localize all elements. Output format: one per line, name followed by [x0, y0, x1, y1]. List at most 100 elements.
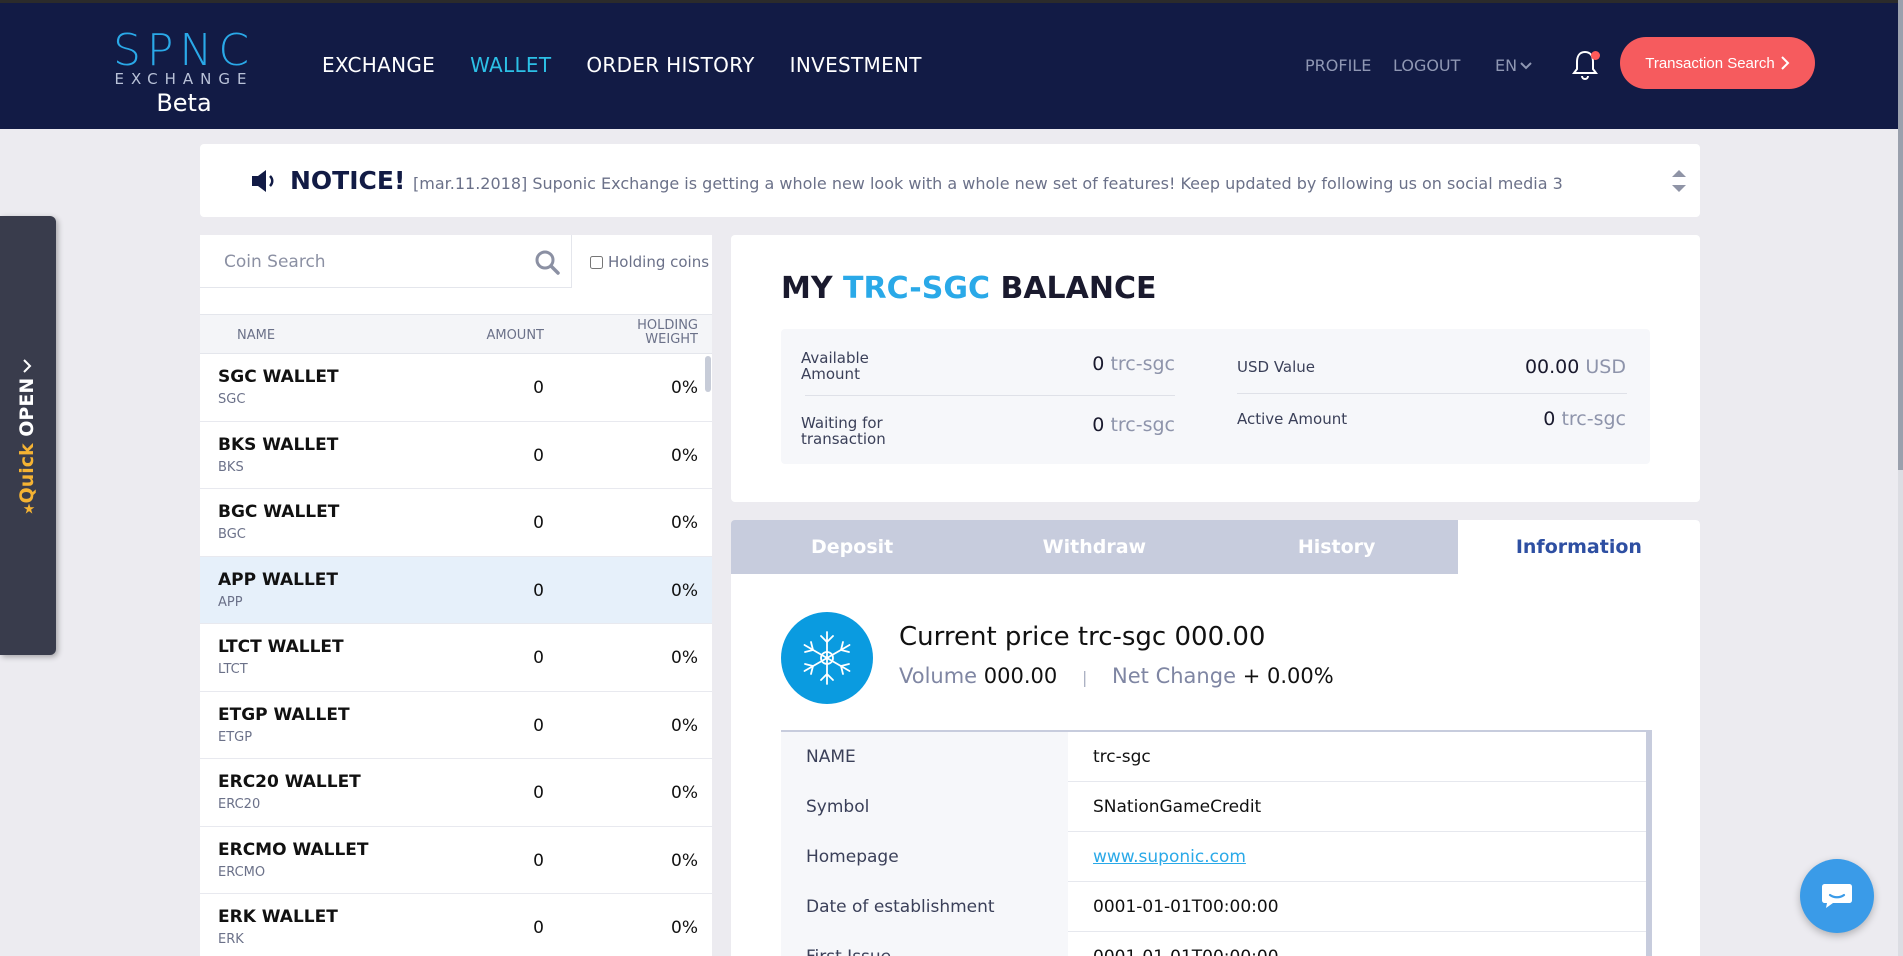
- coin-row[interactable]: ERC20 WALLET ERC20 0 0%: [200, 759, 712, 827]
- notice-scroll-arrows-icon[interactable]: [1670, 166, 1688, 196]
- balance-title-coin: TRC-SGC: [843, 271, 990, 306]
- wallet-tabs: Deposit Withdraw History Information: [731, 520, 1700, 574]
- brand-logo[interactable]: SPNC EXCHANGE Beta: [98, 29, 270, 119]
- coin-search-input[interactable]: [224, 249, 524, 275]
- info-row: NAME trc-sgc: [781, 732, 1652, 782]
- coin-search-box: [200, 235, 572, 288]
- coin-row-amount: 0: [533, 648, 544, 668]
- homepage-link[interactable]: www.suponic.com: [1093, 832, 1246, 882]
- coin-row-symbol: SGC: [218, 392, 246, 407]
- coin-row-symbol: BKS: [218, 459, 244, 475]
- coin-list-header: NAME AMOUNT HOLDING WEIGHT: [200, 314, 712, 354]
- available-value-number: 0: [1092, 353, 1105, 375]
- notice-bar: NOTICE! [mar.11.2018] Suponic Exchange i…: [200, 144, 1700, 217]
- coin-row-amount: 0: [533, 445, 544, 466]
- logout-link[interactable]: LOGOUT: [1393, 56, 1460, 75]
- usd-value-label: USD Value: [1237, 358, 1316, 376]
- search-icon[interactable]: [534, 249, 560, 275]
- logo-beta-label: Beta: [156, 89, 212, 117]
- current-price-label: Current price trc-sgc: [899, 622, 1167, 652]
- header-holding-weight[interactable]: HOLDING WEIGHT: [620, 319, 698, 347]
- info-row-value: 0001-01-01T00:00:00: [1093, 897, 1279, 917]
- volume-value: 000.00: [983, 664, 1058, 688]
- coin-row-holding: 0%: [671, 513, 698, 533]
- coin-row-holding: 0%: [671, 850, 698, 871]
- balance-card: MY TRC-SGC BALANCE Available Amount 0 tr…: [731, 235, 1700, 502]
- active-amount-label: Active Amount: [1237, 410, 1348, 428]
- coin-row[interactable]: ERK WALLET ERK 0 0%: [200, 894, 712, 956]
- coin-row-symbol: ETGP: [218, 729, 253, 745]
- info-row-key: NAME: [781, 732, 1068, 782]
- star-icon: ★: [22, 501, 36, 518]
- waiting-value-number: 0: [1092, 414, 1105, 436]
- balance-title: MY TRC-SGC BALANCE: [781, 271, 1157, 306]
- header-name[interactable]: NAME: [237, 328, 275, 343]
- holding-coins-filter[interactable]: Holding coins: [590, 253, 709, 271]
- tab-withdraw[interactable]: Withdraw: [973, 520, 1215, 574]
- tab-deposit[interactable]: Deposit: [731, 520, 973, 574]
- logo-sub-text: EXCHANGE: [114, 70, 254, 88]
- tab-information[interactable]: Information: [1457, 520, 1700, 574]
- profile-link[interactable]: PROFILE: [1305, 56, 1371, 75]
- coin-row[interactable]: APP WALLET APP 0 0%: [200, 556, 712, 624]
- coin-row[interactable]: SGC WALLET SGC 0 0%: [200, 354, 712, 422]
- nav-exchange[interactable]: EXCHANGE: [322, 53, 435, 77]
- coin-info-table: NAME trc-sgc Symbol SNationGameCredit Homepa…: [781, 730, 1652, 956]
- net-change-value: + 0.00%: [1242, 664, 1334, 688]
- info-row-value: trc-sgc: [1093, 747, 1151, 767]
- main-nav: EXCHANGE WALLET ORDER HISTORY INVESTMENT: [322, 53, 922, 77]
- coin-row-amount: 0: [533, 580, 544, 601]
- coin-row-name: BKS WALLET: [218, 434, 339, 455]
- balance-divider-right: [1237, 393, 1627, 394]
- active-value-number: 0: [1543, 408, 1556, 430]
- chevron-down-icon: [1520, 61, 1532, 69]
- coin-list-scrollbar[interactable]: [705, 356, 711, 392]
- separator: |: [1081, 668, 1088, 687]
- info-row: First Issue 0001-01-01T00:00:00: [781, 932, 1652, 956]
- language-value: EN: [1495, 56, 1518, 75]
- coin-row-holding: 0%: [671, 715, 698, 736]
- language-selector[interactable]: EN: [1495, 56, 1532, 75]
- page-scrollbar-thumb[interactable]: [1898, 0, 1903, 470]
- balance-divider: [805, 395, 1175, 396]
- nav-wallet[interactable]: WALLET: [470, 53, 551, 77]
- notice-text[interactable]: [mar.11.2018] Suponic Exchange is gettin…: [413, 174, 1563, 193]
- info-row-key: Symbol: [781, 782, 1068, 832]
- coin-row-name: LTCT WALLET: [218, 637, 344, 657]
- balance-summary-box: Available Amount 0 trc-sgc Waiting for t…: [781, 329, 1650, 464]
- volume-net-change: Volume 000.00 | Net Change + 0.00%: [899, 664, 1334, 688]
- coin-row[interactable]: LTCT WALLET LTCT 0 0%: [200, 624, 712, 692]
- tab-history[interactable]: History: [1216, 520, 1458, 574]
- coin-row-holding: 0%: [671, 445, 698, 466]
- page-scrollbar[interactable]: [1898, 0, 1903, 956]
- coin-row-symbol: BGC: [218, 527, 246, 542]
- usd-value-number: 00.00: [1524, 356, 1580, 378]
- chevron-right-icon: [23, 359, 32, 373]
- quick-open-tab[interactable]: ★Quick OPEN: [0, 216, 56, 655]
- info-row-value: SNationGameCredit: [1093, 797, 1262, 817]
- coin-row-name: ERK WALLET: [218, 907, 338, 927]
- nav-order-history[interactable]: ORDER HISTORY: [586, 53, 754, 77]
- info-row-key: First Issue: [781, 932, 1068, 956]
- coin-row[interactable]: ERCMO WALLET ERCMO 0 0%: [200, 827, 712, 894]
- snowflake-icon: [803, 631, 851, 685]
- coin-row-holding: 0%: [671, 580, 698, 601]
- coin-row-name: BGC WALLET: [218, 502, 340, 522]
- coin-row-amount: 0: [533, 850, 544, 871]
- coin-row[interactable]: ETGP WALLET ETGP 0 0%: [200, 692, 712, 759]
- coin-row-amount: 0: [533, 513, 544, 533]
- top-header: SPNC EXCHANGE Beta EXCHANGE WALLET ORDER…: [0, 0, 1898, 129]
- info-table-scrollbar[interactable]: [1646, 732, 1652, 956]
- header-amount[interactable]: AMOUNT: [484, 328, 544, 343]
- info-row-key: Homepage: [781, 832, 1068, 882]
- holding-coins-checkbox[interactable]: [590, 255, 603, 269]
- transaction-search-label: Transaction Search: [1645, 54, 1775, 72]
- coin-row-name: SGC WALLET: [218, 367, 339, 387]
- coin-row[interactable]: BKS WALLET BKS 0 0%: [200, 422, 712, 489]
- nav-investment[interactable]: INVESTMENT: [790, 53, 922, 77]
- chat-button[interactable]: [1800, 859, 1874, 933]
- notification-dot: [1591, 51, 1600, 60]
- coin-row-name: ERC20 WALLET: [218, 772, 361, 792]
- coin-row[interactable]: BGC WALLET BGC 0 0%: [200, 489, 712, 557]
- transaction-search-button[interactable]: Transaction Search: [1620, 37, 1815, 89]
